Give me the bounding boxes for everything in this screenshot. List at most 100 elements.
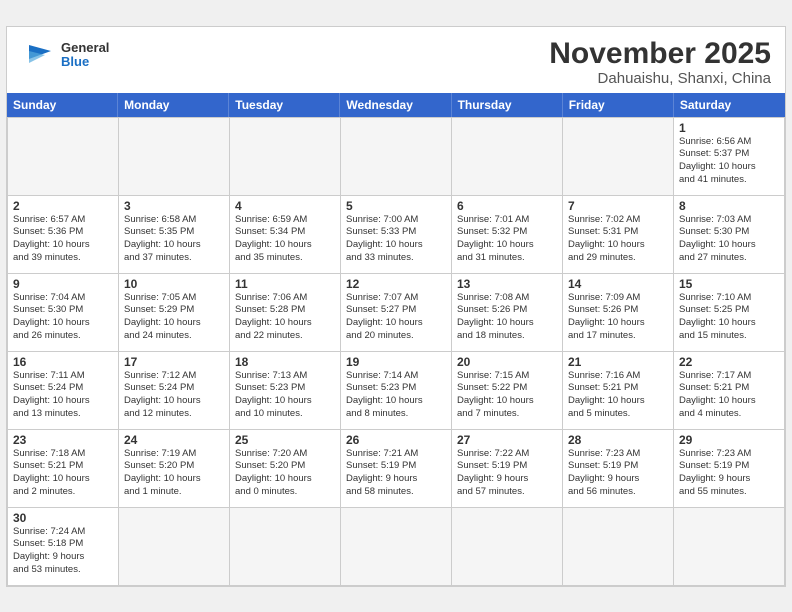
cell-sun-info: Sunrise: 7:24 AM Sunset: 5:18 PM Dayligh… — [13, 526, 113, 577]
cell-sun-info: Sunrise: 7:14 AM Sunset: 5:23 PM Dayligh… — [346, 370, 446, 421]
cell-sun-info: Sunrise: 7:13 AM Sunset: 5:23 PM Dayligh… — [235, 370, 335, 421]
logo-blue-text: Blue — [61, 54, 89, 69]
calendar-cell: 19Sunrise: 7:14 AM Sunset: 5:23 PM Dayli… — [341, 352, 452, 430]
calendar-cell: 11Sunrise: 7:06 AM Sunset: 5:28 PM Dayli… — [230, 274, 341, 352]
calendar-cell: 30Sunrise: 7:24 AM Sunset: 5:18 PM Dayli… — [8, 508, 119, 586]
calendar-cell: 29Sunrise: 7:23 AM Sunset: 5:19 PM Dayli… — [674, 430, 785, 508]
day-number: 12 — [346, 277, 446, 291]
calendar-cell — [563, 118, 674, 196]
cell-sun-info: Sunrise: 7:21 AM Sunset: 5:19 PM Dayligh… — [346, 448, 446, 499]
calendar-cell: 9Sunrise: 7:04 AM Sunset: 5:30 PM Daylig… — [8, 274, 119, 352]
calendar-cell: 2Sunrise: 6:57 AM Sunset: 5:36 PM Daylig… — [8, 196, 119, 274]
cell-sun-info: Sunrise: 6:58 AM Sunset: 5:35 PM Dayligh… — [124, 214, 224, 265]
calendar-cell: 13Sunrise: 7:08 AM Sunset: 5:26 PM Dayli… — [452, 274, 563, 352]
calendar-cell: 14Sunrise: 7:09 AM Sunset: 5:26 PM Dayli… — [563, 274, 674, 352]
calendar-cell — [119, 508, 230, 586]
day-number: 19 — [346, 355, 446, 369]
cell-sun-info: Sunrise: 7:23 AM Sunset: 5:19 PM Dayligh… — [568, 448, 668, 499]
calendar-cell — [230, 118, 341, 196]
day-number: 15 — [679, 277, 779, 291]
calendar-cell: 10Sunrise: 7:05 AM Sunset: 5:29 PM Dayli… — [119, 274, 230, 352]
day-number: 6 — [457, 199, 557, 213]
calendar-cell: 16Sunrise: 7:11 AM Sunset: 5:24 PM Dayli… — [8, 352, 119, 430]
day-number: 18 — [235, 355, 335, 369]
calendar-cell: 7Sunrise: 7:02 AM Sunset: 5:31 PM Daylig… — [563, 196, 674, 274]
day-number: 28 — [568, 433, 668, 447]
day-number: 30 — [13, 511, 113, 525]
day-number: 3 — [124, 199, 224, 213]
cell-sun-info: Sunrise: 7:22 AM Sunset: 5:19 PM Dayligh… — [457, 448, 557, 499]
calendar-cell: 28Sunrise: 7:23 AM Sunset: 5:19 PM Dayli… — [563, 430, 674, 508]
cell-sun-info: Sunrise: 7:20 AM Sunset: 5:20 PM Dayligh… — [235, 448, 335, 499]
calendar-cell: 25Sunrise: 7:20 AM Sunset: 5:20 PM Dayli… — [230, 430, 341, 508]
cell-sun-info: Sunrise: 7:18 AM Sunset: 5:21 PM Dayligh… — [13, 448, 113, 499]
calendar-cell — [563, 508, 674, 586]
day-number: 8 — [679, 199, 779, 213]
calendar-container: General Blue November 2025 Dahuaishu, Sh… — [6, 26, 786, 587]
cell-sun-info: Sunrise: 7:17 AM Sunset: 5:21 PM Dayligh… — [679, 370, 779, 421]
cell-sun-info: Sunrise: 7:04 AM Sunset: 5:30 PM Dayligh… — [13, 292, 113, 343]
cell-sun-info: Sunrise: 7:11 AM Sunset: 5:24 PM Dayligh… — [13, 370, 113, 421]
day-number: 1 — [679, 121, 779, 135]
day-number: 20 — [457, 355, 557, 369]
day-number: 22 — [679, 355, 779, 369]
calendar-cell — [119, 118, 230, 196]
calendar-cell — [341, 118, 452, 196]
calendar-header: General Blue November 2025 Dahuaishu, Sh… — [7, 27, 785, 93]
calendar-cell: 4Sunrise: 6:59 AM Sunset: 5:34 PM Daylig… — [230, 196, 341, 274]
day-number: 25 — [235, 433, 335, 447]
cell-sun-info: Sunrise: 6:56 AM Sunset: 5:37 PM Dayligh… — [679, 136, 779, 187]
day-number: 10 — [124, 277, 224, 291]
calendar-cell: 27Sunrise: 7:22 AM Sunset: 5:19 PM Dayli… — [452, 430, 563, 508]
cell-sun-info: Sunrise: 7:16 AM Sunset: 5:21 PM Dayligh… — [568, 370, 668, 421]
day-number: 5 — [346, 199, 446, 213]
day-number: 17 — [124, 355, 224, 369]
day-header-friday: Friday — [563, 93, 674, 117]
cell-sun-info: Sunrise: 7:01 AM Sunset: 5:32 PM Dayligh… — [457, 214, 557, 265]
cell-sun-info: Sunrise: 7:09 AM Sunset: 5:26 PM Dayligh… — [568, 292, 668, 343]
calendar-cell — [230, 508, 341, 586]
calendar-grid: 1Sunrise: 6:56 AM Sunset: 5:37 PM Daylig… — [7, 117, 785, 586]
day-header-monday: Monday — [118, 93, 229, 117]
day-number: 9 — [13, 277, 113, 291]
calendar-cell: 23Sunrise: 7:18 AM Sunset: 5:21 PM Dayli… — [8, 430, 119, 508]
day-number: 4 — [235, 199, 335, 213]
day-number: 11 — [235, 277, 335, 291]
month-title: November 2025 — [549, 37, 771, 70]
calendar-cell: 12Sunrise: 7:07 AM Sunset: 5:27 PM Dayli… — [341, 274, 452, 352]
calendar-cell — [452, 118, 563, 196]
day-number: 24 — [124, 433, 224, 447]
calendar-cell: 8Sunrise: 7:03 AM Sunset: 5:30 PM Daylig… — [674, 196, 785, 274]
calendar-cell — [8, 118, 119, 196]
day-number: 13 — [457, 277, 557, 291]
cell-sun-info: Sunrise: 7:10 AM Sunset: 5:25 PM Dayligh… — [679, 292, 779, 343]
day-header-saturday: Saturday — [674, 93, 785, 117]
cell-sun-info: Sunrise: 7:05 AM Sunset: 5:29 PM Dayligh… — [124, 292, 224, 343]
logo-icon — [21, 41, 57, 69]
location-title: Dahuaishu, Shanxi, China — [549, 70, 771, 87]
calendar-cell: 15Sunrise: 7:10 AM Sunset: 5:25 PM Dayli… — [674, 274, 785, 352]
day-header-tuesday: Tuesday — [229, 93, 340, 117]
calendar-cell: 22Sunrise: 7:17 AM Sunset: 5:21 PM Dayli… — [674, 352, 785, 430]
title-block: November 2025 Dahuaishu, Shanxi, China — [549, 37, 771, 87]
day-header-sunday: Sunday — [7, 93, 118, 117]
day-number: 21 — [568, 355, 668, 369]
calendar-cell: 18Sunrise: 7:13 AM Sunset: 5:23 PM Dayli… — [230, 352, 341, 430]
calendar-cell: 21Sunrise: 7:16 AM Sunset: 5:21 PM Dayli… — [563, 352, 674, 430]
logo: General Blue — [21, 41, 109, 70]
cell-sun-info: Sunrise: 7:02 AM Sunset: 5:31 PM Dayligh… — [568, 214, 668, 265]
calendar-cell: 17Sunrise: 7:12 AM Sunset: 5:24 PM Dayli… — [119, 352, 230, 430]
day-number: 16 — [13, 355, 113, 369]
calendar-cell: 20Sunrise: 7:15 AM Sunset: 5:22 PM Dayli… — [452, 352, 563, 430]
day-number: 7 — [568, 199, 668, 213]
logo-text: General Blue — [61, 41, 109, 70]
day-headers-row: SundayMondayTuesdayWednesdayThursdayFrid… — [7, 93, 785, 117]
calendar-cell: 1Sunrise: 6:56 AM Sunset: 5:37 PM Daylig… — [674, 118, 785, 196]
calendar-cell: 6Sunrise: 7:01 AM Sunset: 5:32 PM Daylig… — [452, 196, 563, 274]
cell-sun-info: Sunrise: 7:07 AM Sunset: 5:27 PM Dayligh… — [346, 292, 446, 343]
calendar-cell — [674, 508, 785, 586]
cell-sun-info: Sunrise: 7:19 AM Sunset: 5:20 PM Dayligh… — [124, 448, 224, 499]
day-header-thursday: Thursday — [452, 93, 563, 117]
day-header-wednesday: Wednesday — [340, 93, 451, 117]
calendar-cell: 24Sunrise: 7:19 AM Sunset: 5:20 PM Dayli… — [119, 430, 230, 508]
